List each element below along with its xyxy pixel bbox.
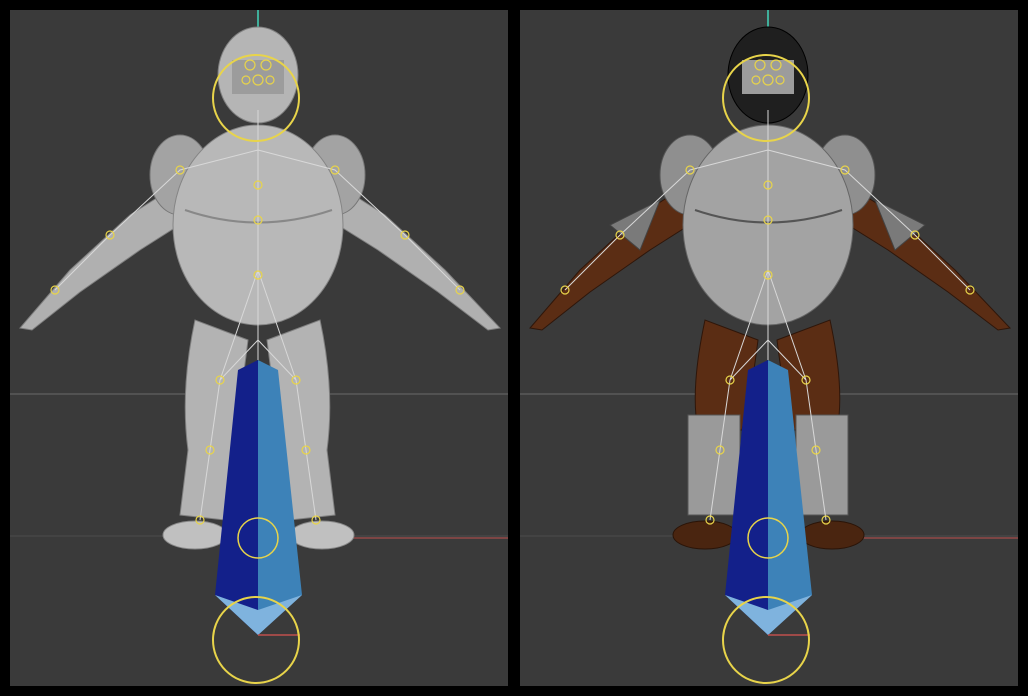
scene-right <box>520 10 1018 684</box>
left-foot <box>162 520 228 550</box>
right-foot <box>799 520 865 550</box>
viewport-right[interactable] <box>520 10 1018 686</box>
face-area <box>742 60 794 94</box>
scene-left <box>10 10 508 684</box>
left-foot <box>672 520 738 550</box>
viewport-left[interactable] <box>10 10 508 686</box>
right-foot <box>289 520 355 550</box>
left-greave <box>687 414 741 516</box>
face-area <box>232 60 284 94</box>
right-greave <box>795 414 849 516</box>
